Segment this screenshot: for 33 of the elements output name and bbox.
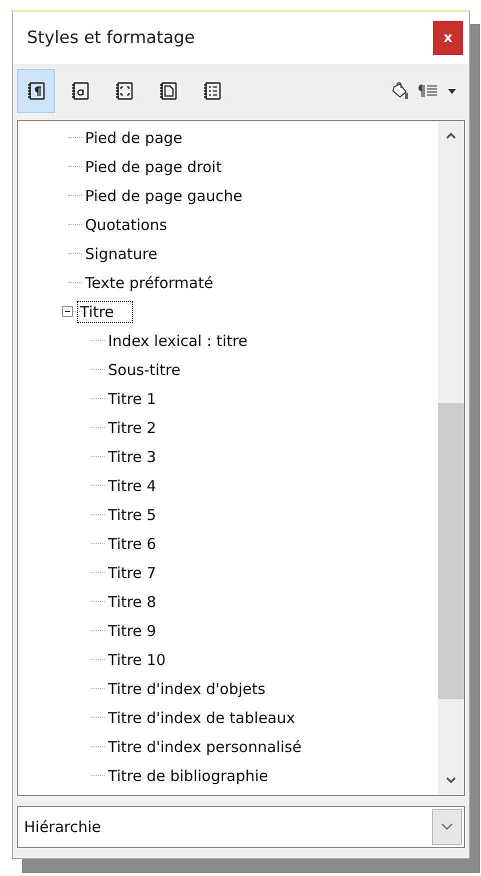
style-item[interactable]: Titre 8 xyxy=(105,590,160,612)
paragraph-styles-icon[interactable] xyxy=(17,69,55,113)
style-item[interactable]: Titre d'index personnalisé xyxy=(105,736,305,758)
style-item[interactable]: Titre d'index de tableaux xyxy=(105,706,298,728)
style-item[interactable]: Titre 2 xyxy=(105,416,160,438)
style-item[interactable]: Titre 1 xyxy=(105,388,160,410)
style-item[interactable]: Texte préformaté xyxy=(82,272,216,294)
collapse-icon[interactable] xyxy=(62,306,73,317)
style-item[interactable]: Titre 5 xyxy=(105,504,160,526)
style-item[interactable]: Titre d'index d'objets xyxy=(105,678,268,700)
style-item[interactable]: Titre 9 xyxy=(105,620,160,642)
style-item[interactable]: Sous-titre xyxy=(105,358,184,380)
window-title: Styles et formatage xyxy=(27,28,195,48)
style-item[interactable]: Signature xyxy=(82,242,160,264)
scroll-up-icon[interactable] xyxy=(445,131,457,141)
style-item[interactable]: Titre 4 xyxy=(105,474,160,496)
style-item[interactable]: Pied de page xyxy=(82,126,186,148)
filter-dropdown[interactable]: Hiérarchie xyxy=(17,806,465,848)
style-item[interactable]: Pied de page droit xyxy=(82,156,225,178)
new-style-icon[interactable] xyxy=(417,83,439,99)
close-button[interactable]: x xyxy=(433,21,463,55)
style-item[interactable]: Titre 3 xyxy=(105,446,160,468)
scroll-down-icon[interactable] xyxy=(445,775,457,785)
style-item[interactable]: Index lexical : titre xyxy=(105,330,250,352)
style-item[interactable]: Titre 7 xyxy=(105,562,160,584)
style-item[interactable]: Quotations xyxy=(82,214,170,236)
style-item[interactable]: Titre xyxy=(77,300,133,322)
style-item[interactable]: Pied de page gauche xyxy=(82,184,246,206)
style-item[interactable]: Titre 6 xyxy=(105,532,160,554)
scrollbar-thumb[interactable] xyxy=(438,403,464,699)
dropdown-caret-icon[interactable] xyxy=(447,87,457,95)
style-item[interactable]: Titre 10 xyxy=(105,648,169,670)
style-item[interactable]: Titre de bibliographie xyxy=(105,764,272,786)
